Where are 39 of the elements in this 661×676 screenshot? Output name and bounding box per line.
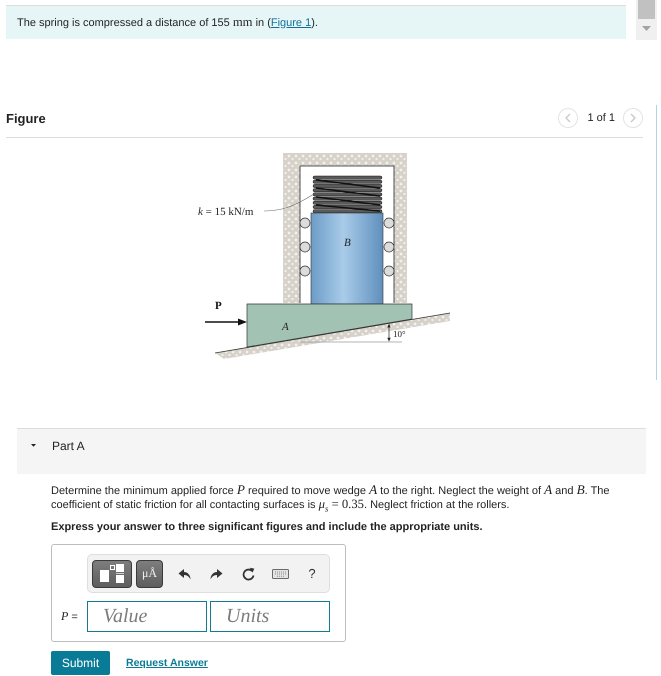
symbols-button[interactable]: μÅ bbox=[136, 560, 163, 588]
spring-constant-label: k = 15 kN/m bbox=[198, 206, 254, 218]
roller bbox=[300, 242, 310, 252]
part-title: Part A bbox=[52, 439, 85, 453]
page-counter: 1 of 1 bbox=[587, 112, 615, 124]
wedge-label: A bbox=[282, 321, 289, 333]
answer-label: P = bbox=[61, 609, 79, 624]
force-arrow bbox=[205, 318, 247, 326]
instruction-text: Express your answer to three significant figures and include the appropriate units. bbox=[51, 521, 484, 534]
roller bbox=[384, 242, 394, 252]
chevron-left-icon bbox=[565, 113, 572, 123]
roller bbox=[300, 266, 310, 276]
value-field[interactable]: Value bbox=[87, 601, 207, 632]
help-button[interactable]: ? bbox=[301, 562, 323, 585]
scrollbar[interactable] bbox=[636, 0, 657, 40]
request-answer-link[interactable]: Request Answer bbox=[126, 657, 208, 670]
roller bbox=[384, 266, 394, 276]
question-text: Determine the minimum applied force P required to move wedge A to the right. Neglect the weight of A and B. The coefficient of static friction for all contacting surfaces is μ$_{s}$ = 0.35. Neglect friction at the rollers. bbox=[51, 483, 611, 514]
template-icon bbox=[99, 564, 125, 584]
part-header[interactable]: Part A bbox=[17, 428, 646, 474]
roller bbox=[300, 218, 310, 228]
scrollbar-thumb[interactable] bbox=[638, 0, 655, 19]
templates-button[interactable] bbox=[92, 560, 132, 588]
figure-title: Figure bbox=[6, 110, 46, 126]
leader-line bbox=[264, 194, 314, 212]
chevron-right-icon bbox=[630, 113, 636, 123]
spring bbox=[312, 176, 382, 214]
submit-button[interactable]: Submit bbox=[51, 651, 110, 676]
units-field[interactable]: Units bbox=[210, 601, 330, 632]
problem-statement: The spring is compressed a distance of 155 mm in (Figure 1). bbox=[17, 16, 318, 30]
figure-link[interactable]: Figure 1 bbox=[270, 16, 312, 28]
roller bbox=[384, 218, 394, 228]
redo-icon bbox=[210, 568, 222, 580]
block-label: B bbox=[344, 237, 351, 249]
force-label: P bbox=[215, 300, 222, 312]
angle-label: 10° bbox=[393, 329, 406, 339]
undo-icon bbox=[178, 568, 190, 580]
keyboard-icon bbox=[272, 568, 288, 579]
reset-icon bbox=[242, 566, 254, 581]
